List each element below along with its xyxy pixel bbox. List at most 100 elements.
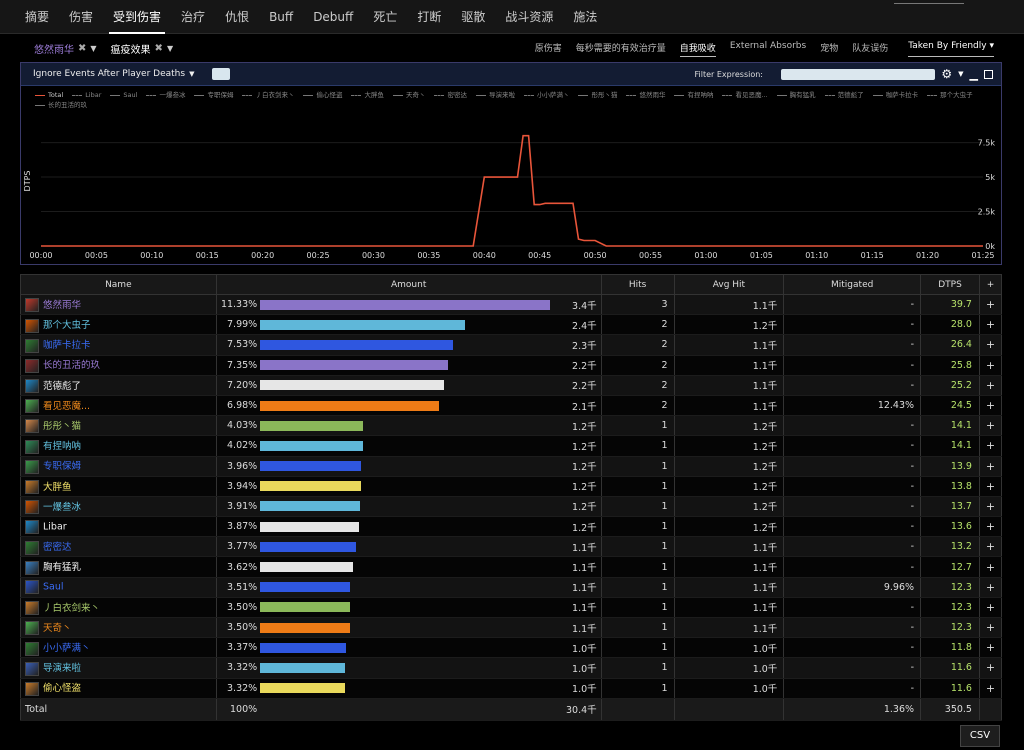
col-avg-hit[interactable]: Avg Hit [673,274,785,295]
csv-button[interactable]: CSV [960,725,1000,747]
table-row[interactable]: 范德彪了 7.20% 2.2千 2 1.1千 -25.2 + [20,375,1003,396]
name-cell[interactable]: 丿白衣剑来丶 [20,597,217,619]
player-name[interactable]: 彤彤丶猫 [43,421,81,432]
nav-tab[interactable]: Buff [269,0,293,34]
col-hits[interactable]: Hits [600,274,675,295]
expand-button[interactable]: + [978,334,1003,356]
view-option[interactable]: External Absorbs [730,41,806,57]
player-name[interactable]: 密密达 [43,542,72,553]
player-name[interactable]: 大胖鱼 [43,482,72,493]
ability-filter[interactable]: 瘟疫效果 ✖ ▼ [111,41,174,56]
name-cell[interactable]: 彤彤丶猫 [20,415,217,437]
player-name[interactable]: 天奇丶 [43,623,72,634]
nav-tab[interactable]: 摘要 [25,0,49,34]
table-row[interactable]: 那个大虫子 7.99% 2.4千 2 1.2千 -28.0 + [20,314,1003,336]
expand-button[interactable]: + [978,294,1003,316]
nav-tab[interactable]: 施法 [573,0,597,34]
table-row[interactable]: 丿白衣剑来丶 3.50% 1.1千 1 1.1千 -12.3 + [20,597,1003,619]
expand-button[interactable]: + [978,395,1003,417]
nav-tab[interactable]: 战斗资源 [505,0,553,34]
name-cell[interactable]: 密密达 [20,536,217,558]
table-row[interactable]: Libar 3.87% 1.2千 1 1.2千 -13.6 + [20,516,1003,538]
expand-button[interactable]: + [978,597,1003,619]
name-cell[interactable]: 偷心怪盗 [20,678,217,699]
player-name[interactable]: 专职保姆 [43,461,81,472]
expand-button[interactable]: + [978,476,1003,497]
nav-tab[interactable]: 打断 [417,0,441,34]
taken-by-dropdown[interactable]: Taken By Friendly ▾ [908,41,994,57]
expand-button[interactable]: + [978,637,1003,659]
table-row[interactable]: 偷心怪盗 3.32% 1.0千 1 1.0千 -11.6 + [20,678,1003,699]
expand-button[interactable]: + [978,516,1003,538]
nav-tab[interactable]: Debuff [313,0,353,34]
player-name[interactable]: 一爆叁冰 [43,502,81,513]
player-name[interactable]: 偷心怪盗 [43,683,81,694]
table-row[interactable]: 胸有猛乳 3.62% 1.1千 1 1.1千 -12.7 + [20,556,1003,578]
view-option[interactable]: 自我吸收 [679,41,716,57]
table-row[interactable]: 专职保姆 3.96% 1.2千 1 1.2千 -13.9 + [20,456,1003,477]
col-mitigated[interactable]: Mitigated [783,274,922,295]
name-cell[interactable]: 大胖鱼 [20,476,217,497]
expand-button[interactable]: + [978,678,1003,699]
name-cell[interactable]: 胸有猛乳 [20,556,217,578]
player-filter[interactable]: 悠然雨华 ✖ ▼ [34,41,97,56]
expand-button[interactable]: + [978,556,1003,578]
table-row[interactable]: 悠然雨华 11.33% 3.4千 3 1.1千 -39.7 + [20,294,1003,316]
player-name[interactable]: 看见恶魔... [43,401,90,412]
table-row[interactable]: 大胖鱼 3.94% 1.2千 1 1.2千 -13.8 + [20,476,1003,497]
table-row[interactable]: 有捏呐呐 4.02% 1.2千 1 1.2千 -14.1 + [20,435,1003,457]
nav-tab[interactable]: 伤害 [69,0,93,34]
player-name[interactable]: Saul [43,582,64,593]
name-cell[interactable]: Saul [20,577,217,598]
name-cell[interactable]: 导演来啦 [20,657,217,679]
close-icon[interactable]: ✖ [78,43,86,54]
name-cell[interactable]: 咖萨卡拉卡 [20,334,217,356]
expand-button[interactable]: + [978,617,1003,639]
name-cell[interactable]: 长的丑活的玖 [20,355,217,376]
name-cell[interactable]: 一爆叁冰 [20,496,217,518]
player-name[interactable]: 有捏呐呐 [43,441,81,452]
col-amount[interactable]: Amount [215,274,602,295]
player-name[interactable]: 导演来啦 [43,663,81,674]
name-cell[interactable]: 专职保姆 [20,456,217,477]
table-row[interactable]: 看见恶魔... 6.98% 2.1千 2 1.1千 12.43% 24.5 + [20,395,1003,417]
expand-button[interactable]: + [978,496,1003,518]
expand-button[interactable]: + [978,577,1003,598]
player-name[interactable]: 咖萨卡拉卡 [43,340,91,351]
player-name[interactable]: Libar [43,521,67,532]
name-cell[interactable]: 看见恶魔... [20,395,217,417]
expand-button[interactable]: + [978,314,1003,336]
expand-button[interactable]: + [978,657,1003,679]
player-name[interactable]: 丿白衣剑来丶 [43,603,100,614]
view-option[interactable]: 原伤害 [535,41,562,57]
player-name[interactable]: 悠然雨华 [43,300,81,311]
table-row[interactable]: 长的丑活的玖 7.35% 2.2千 2 1.1千 -25.8 + [20,355,1003,376]
view-option[interactable]: 宠物 [820,41,838,57]
player-name[interactable]: 小小萨满丶 [43,643,91,654]
chevron-down-icon[interactable]: ▼ [167,44,173,53]
col-name[interactable]: Name [20,274,217,295]
name-cell[interactable]: 有捏呐呐 [20,435,217,457]
name-cell[interactable]: 天奇丶 [20,617,217,639]
table-row[interactable]: 天奇丶 3.50% 1.1千 1 1.1千 -12.3 + [20,617,1003,639]
expand-button[interactable]: + [978,536,1003,558]
name-cell[interactable]: 悠然雨华 [20,294,217,316]
expand-button[interactable]: + [978,456,1003,477]
name-cell[interactable]: 小小萨满丶 [20,637,217,659]
table-row[interactable]: 导演来啦 3.32% 1.0千 1 1.0千 -11.6 + [20,657,1003,679]
col-add[interactable]: + [978,274,1003,295]
player-name[interactable]: 胸有猛乳 [43,562,81,573]
player-name[interactable]: 那个大虫子 [43,320,91,331]
nav-tab[interactable]: 受到伤害 [109,0,166,34]
expand-button[interactable]: + [978,355,1003,376]
expand-button[interactable]: + [978,435,1003,457]
name-cell[interactable]: 范德彪了 [20,375,217,396]
view-option[interactable]: 队友误伤 [852,41,888,57]
view-option[interactable]: 每秒需要的有效治疗量 [576,41,666,57]
player-name[interactable]: 长的丑活的玖 [43,360,100,371]
table-row[interactable]: 彤彤丶猫 4.03% 1.2千 1 1.2千 -14.1 + [20,415,1003,437]
col-dtps[interactable]: DTPS [920,274,980,295]
nav-tab[interactable]: 驱散 [461,0,485,34]
chevron-down-icon[interactable]: ▼ [90,44,96,53]
table-row[interactable]: 咖萨卡拉卡 7.53% 2.3千 2 1.1千 -26.4 + [20,334,1003,356]
